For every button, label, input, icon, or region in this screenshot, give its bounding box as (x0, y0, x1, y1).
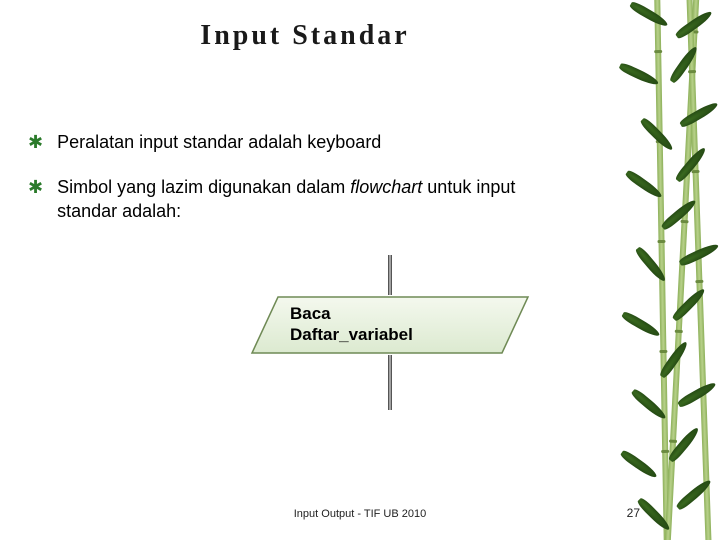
input-symbol-text: Baca Daftar_variabel (290, 303, 413, 346)
slide: Input Standar ✱ Peralatan input standar … (0, 0, 720, 540)
flow-text-line1: Baca (290, 303, 413, 324)
italic-term: flowchart (350, 177, 422, 197)
input-symbol: Baca Daftar_variabel (250, 295, 530, 355)
flowchart: Baca Daftar_variabel (250, 255, 530, 410)
slide-title: Input Standar (0, 20, 610, 52)
bullet-icon: ✱ (28, 130, 43, 155)
content-area: ✱ Peralatan input standar adalah keyboar… (28, 130, 580, 244)
bullet-text: Simbol yang lazim digunakan dalam flowch… (57, 175, 580, 224)
text-segment: Simbol yang lazim digunakan dalam (57, 177, 350, 197)
flow-connector-top (388, 255, 392, 295)
flow-connector-bottom (388, 355, 392, 410)
bullet-item: ✱ Simbol yang lazim digunakan dalam flow… (28, 175, 580, 224)
flow-text-line2: Daftar_variabel (290, 324, 413, 345)
bullet-text: Peralatan input standar adalah keyboard (57, 130, 381, 154)
bamboo-decoration (605, 0, 720, 540)
bullet-icon: ✱ (28, 175, 43, 200)
bullet-item: ✱ Peralatan input standar adalah keyboar… (28, 130, 580, 155)
